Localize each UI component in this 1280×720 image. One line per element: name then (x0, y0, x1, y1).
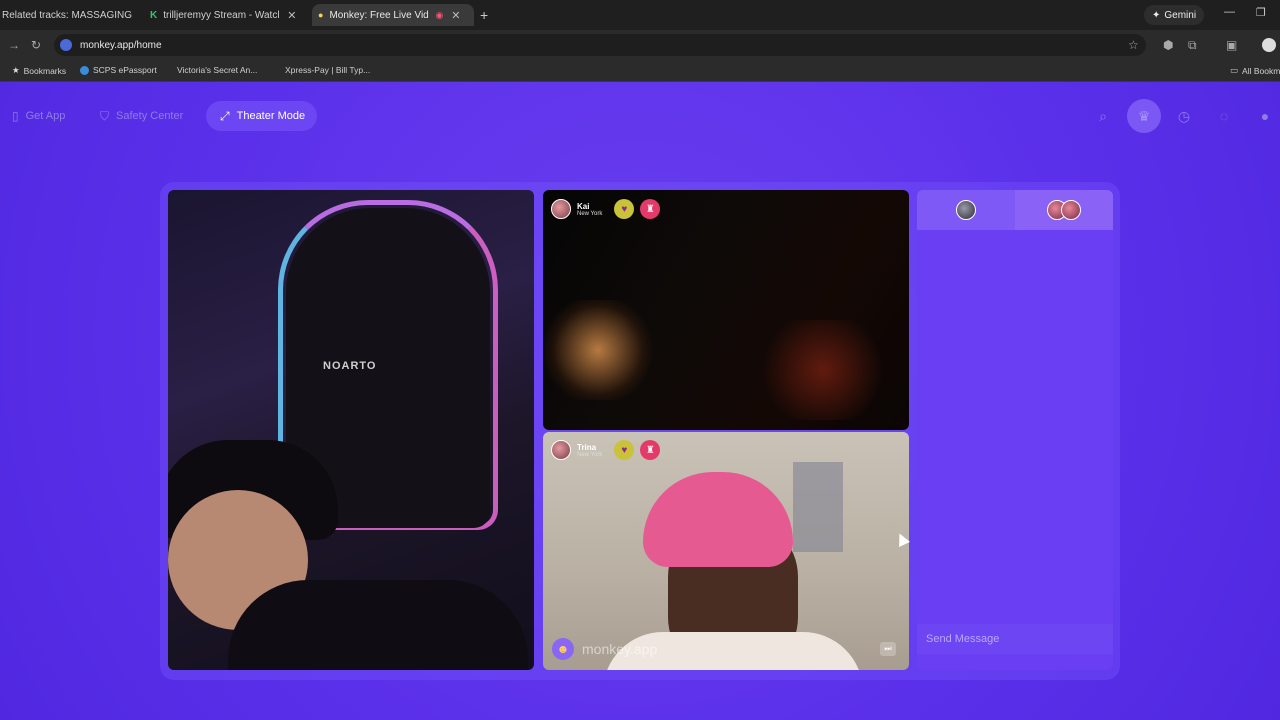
shield-icon: ⛉ (100, 108, 110, 123)
url-text: monkey.app/home (80, 39, 162, 51)
chair-logo: NOARTO (323, 360, 377, 372)
site-info-icon[interactable] (60, 39, 72, 51)
bookmark-label: All Bookmarks (1242, 65, 1280, 76)
history-icon[interactable]: ◷ (1173, 105, 1195, 127)
hat (643, 472, 793, 567)
page-icon (272, 65, 281, 75)
gift-icon[interactable]: ♜ (640, 440, 661, 460)
forward-icon[interactable]: → (8, 38, 20, 52)
profile-avatar[interactable] (1262, 38, 1276, 52)
star-icon[interactable]: ☆ (1128, 38, 1139, 52)
gemini-button[interactable]: ✦ Gemini (1144, 5, 1205, 25)
kick-icon: K (150, 9, 158, 21)
skip-icon[interactable]: ⏭ (880, 642, 896, 656)
monkey-watermark: ☻ monkey.app (552, 638, 657, 660)
send-message-placeholder: Send Message (926, 633, 1000, 645)
tab-stream[interactable]: K trilljeremyy Stream - Watch Live ✕ (150, 4, 300, 26)
body (228, 580, 528, 670)
watermark-text: monkey.app (582, 641, 658, 657)
remote-video-kai: Kai New York ♥ ♜ (543, 190, 909, 430)
theater-mode-label: Theater Mode (236, 110, 306, 122)
tab-monkey[interactable]: ● Monkey: Free Live Video Chat ◉ ✕ (312, 4, 474, 26)
user-location: New York (577, 451, 603, 458)
tab-related-tracks[interactable]: Related tracks: MASSAGING ME ✕ (2, 4, 134, 26)
maximize-icon[interactable]: ❐ (1256, 6, 1266, 19)
bookmark-item[interactable]: Victoria's Secret An... (164, 65, 257, 75)
safety-center-label: Safety Center (116, 110, 184, 122)
star-icon: ★ (12, 65, 20, 75)
url-input[interactable]: monkey.app/home (54, 34, 1146, 56)
bookmark-item[interactable]: Xpress-Pay | Bill Typ... (272, 65, 370, 75)
remote-video-trina: Trina New York ♥ ♜ (543, 432, 909, 670)
recording-icon: ◉ (435, 9, 444, 20)
close-icon[interactable]: ✕ (287, 9, 296, 22)
chat-tab-kai[interactable] (917, 190, 1015, 230)
address-bar-row: → ↻ monkey.app/home ☆ ⬢ ⧉ ▣ (0, 30, 1280, 60)
all-bookmarks[interactable]: ▭ All Bookmarks (1230, 65, 1280, 76)
avatar (551, 440, 571, 460)
send-message-input[interactable]: Send Message (917, 624, 1113, 654)
gift-icon[interactable]: ♜ (640, 199, 661, 219)
self-video: NOARTO (168, 190, 534, 670)
folder-icon: ▭ (1230, 65, 1239, 75)
phone-icon: ▯ (12, 109, 19, 123)
safety-center-button[interactable]: ⛉ Safety Center (100, 101, 183, 131)
reload-icon[interactable]: ↻ (31, 38, 41, 52)
tab-label: trilljeremyy Stream - Watch Live (163, 9, 279, 21)
get-app-button[interactable]: ▯ Get App (12, 101, 65, 131)
sidepanel-icon[interactable]: ▣ (1226, 38, 1237, 52)
wall-poster (793, 462, 843, 552)
close-icon[interactable]: ✕ (451, 9, 460, 22)
theater-mode-button[interactable]: ⤢ Theater Mode (206, 101, 318, 131)
tab-label: Related tracks: MASSAGING ME (2, 9, 134, 21)
expand-icon: ⤢ (220, 108, 230, 123)
page-icon (164, 65, 173, 75)
crown-icon[interactable]: ♛ (1127, 99, 1161, 133)
globe-icon (80, 65, 89, 75)
puzzle-icon[interactable]: ⧉ (1188, 38, 1197, 53)
bookmark-item[interactable]: ★ Bookmarks (12, 65, 66, 76)
get-app-label: Get App (25, 110, 66, 122)
bookmarks-bar: ★ Bookmarks SCPS ePassport Victoria's Se… (0, 60, 1280, 82)
avatar (551, 199, 571, 219)
monkey-icon: ● (318, 10, 324, 20)
user-tag-trina[interactable]: Trina New York ♥ ♜ (551, 440, 661, 460)
messages-icon[interactable]: ◌ (1213, 105, 1235, 127)
bookmark-item[interactable]: SCPS ePassport (80, 65, 157, 75)
red-glow (753, 320, 893, 420)
extension-icon[interactable]: ⬢ (1163, 38, 1173, 52)
avatar (956, 200, 976, 220)
avatar[interactable]: ● (1254, 105, 1276, 127)
heart-icon[interactable]: ♥ (614, 440, 635, 460)
tab-label: Monkey: Free Live Video Chat (329, 9, 429, 21)
new-tab-button[interactable]: + (480, 4, 494, 26)
user-name: Kai (577, 201, 590, 211)
monkey-icon: ☻ (552, 638, 574, 660)
minimize-icon[interactable]: — (1224, 6, 1235, 18)
chat-panel: Send Message (917, 190, 1113, 670)
user-tag-kai[interactable]: Kai New York ♥ ♜ (551, 199, 661, 219)
browser-tabbar: Related tracks: MASSAGING ME ✕ K trillje… (0, 0, 1280, 30)
bookmark-label: Bookmarks (23, 65, 67, 76)
heart-icon[interactable]: ♥ (614, 199, 635, 219)
avatar (1061, 200, 1081, 220)
user-name: Trina (577, 442, 597, 452)
search-icon[interactable]: ⌕ (1092, 105, 1114, 127)
gemini-label: Gemini (1164, 9, 1197, 21)
bookmark-label: SCPS ePassport (93, 65, 157, 75)
chat-tab-group[interactable] (1015, 190, 1113, 230)
bookmark-label: Victoria's Secret An... (177, 65, 258, 75)
bookmark-label: Xpress-Pay | Bill Typ... (285, 65, 371, 75)
light-glow (543, 300, 653, 400)
sparkle-icon: ✦ (1152, 9, 1161, 21)
chat-tabs (917, 190, 1113, 230)
user-location: New York (577, 210, 603, 217)
